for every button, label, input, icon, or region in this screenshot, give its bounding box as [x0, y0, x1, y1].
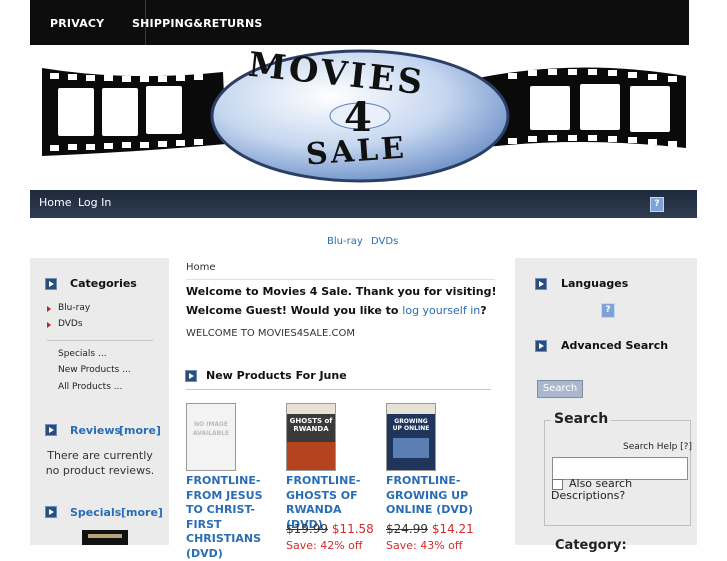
product-price: $24.99 $14.21 [386, 522, 474, 536]
specials-more-link[interactable]: [more] [121, 506, 163, 519]
site-logo-banner[interactable]: MOVIES 4 SALE [38, 45, 688, 186]
search-help-link[interactable]: Search Help [?] [623, 442, 692, 452]
shipping-returns-link[interactable]: SHIPPING&RETURNS [132, 17, 262, 30]
sidebar-all-products-link[interactable]: All Products ... [58, 382, 122, 392]
language-flag-icon[interactable]: ? [601, 303, 615, 318]
arrow-bullet-icon [535, 340, 547, 352]
no-image-placeholder: NO IMAGE AVAILABLE [192, 421, 230, 437]
product-image[interactable]: GHOSTS of RWANDA [286, 403, 336, 471]
sidebar-category-bluray[interactable]: Blu-ray [58, 303, 90, 313]
advanced-search-heading[interactable]: Advanced Search [561, 339, 668, 352]
sale-price: $14.21 [431, 522, 474, 536]
cover-title: GROWING UP ONLINE [392, 418, 430, 432]
product-image[interactable]: GROWING UP ONLINE [386, 403, 436, 471]
arrow-bullet-icon [45, 278, 57, 290]
sidebar-category-dvds[interactable]: DVDs [58, 319, 83, 329]
sidebar-specials-link[interactable]: Specials ... [58, 349, 107, 359]
divider [186, 279, 495, 280]
cover-title: GHOSTS of RWANDA [289, 417, 333, 433]
menu-login-link[interactable]: Log In [78, 196, 111, 209]
search-button[interactable]: Search [537, 380, 583, 398]
specials-heading[interactable]: Specials [70, 506, 121, 519]
red-arrow-icon [47, 322, 51, 328]
languages-heading: Languages [561, 277, 629, 290]
product-title-link[interactable]: FRONTLINE- GROWING UP ONLINE (DVD) [386, 474, 476, 518]
arrow-bullet-icon [185, 370, 197, 382]
also-search-label: Also search Descriptions? [551, 477, 633, 502]
logo-text-sale: SALE [304, 130, 409, 173]
old-price: $24.99 [386, 522, 428, 536]
ghosts-of-rwanda-cover-icon [287, 404, 335, 470]
categories-heading: Categories [70, 277, 137, 290]
left-sidebar [30, 258, 169, 545]
savings-label: Save: 42% off [286, 539, 363, 552]
product-image[interactable]: NO IMAGE AVAILABLE [186, 403, 236, 471]
site-welcome-text: WELCOME TO MOVIES4SALE.COM [186, 328, 355, 339]
reviews-more-link[interactable]: [more] [119, 424, 161, 437]
led-zeppelin-cover-icon [88, 534, 122, 538]
divider [186, 389, 491, 390]
product-title-link[interactable]: FRONTLINE- FROM JESUS TO CHRIST-FIRST CH… [186, 474, 282, 561]
search-legend: Search [551, 411, 612, 427]
category-bluray-link[interactable]: Blu-ray [327, 236, 363, 247]
guest-greeting: Welcome Guest! Would you like to log you… [186, 304, 487, 317]
category-dvds-link[interactable]: DVDs [371, 236, 398, 247]
product-price: $19.99 $11.58 [286, 522, 374, 536]
sidebar-new-products-link[interactable]: New Products ... [58, 365, 131, 375]
menu-home-link[interactable]: Home [39, 196, 71, 209]
sale-price: $11.58 [331, 522, 374, 536]
privacy-link[interactable]: PRIVACY [50, 17, 104, 30]
category-label: Category: [555, 538, 627, 553]
old-price: $19.99 [286, 522, 328, 536]
savings-label: Save: 43% off [386, 539, 463, 552]
divider [47, 340, 153, 341]
top-navigation: PRIVACY SHIPPING&RETURNS [30, 0, 689, 45]
growing-up-online-cover-icon [387, 404, 435, 470]
main-menu-bar: Home Log In [30, 190, 697, 218]
arrow-bullet-icon [45, 424, 57, 436]
arrow-bullet-icon [535, 278, 547, 290]
special-product-image[interactable] [82, 530, 128, 545]
new-products-heading: New Products For June [206, 369, 347, 382]
flag-icon[interactable]: ? [650, 197, 664, 212]
guest-greeting-suffix: ? [480, 304, 487, 317]
reviews-empty-text: There are currently no product reviews. [45, 449, 155, 477]
guest-greeting-text: Welcome Guest! Would you like to [186, 304, 399, 317]
welcome-heading: Welcome to Movies 4 Sale. Thank you for … [186, 285, 497, 298]
arrow-bullet-icon [45, 506, 57, 518]
breadcrumb[interactable]: Home [186, 262, 216, 273]
red-arrow-icon [47, 306, 51, 312]
login-link[interactable]: log yourself in [402, 304, 480, 317]
reviews-heading[interactable]: Reviews [70, 424, 121, 437]
